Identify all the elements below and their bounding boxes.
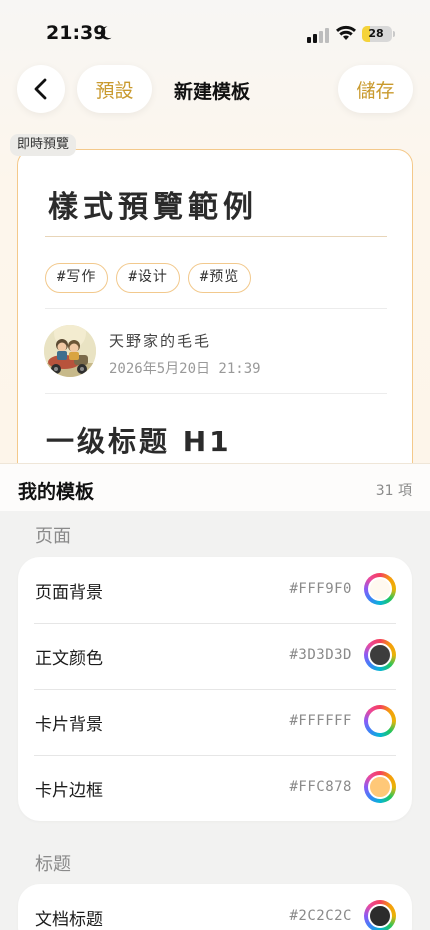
- section-title-heading: 标题: [35, 854, 71, 875]
- hex-value: #3D3D3D: [289, 647, 352, 663]
- live-preview-label: 即時預覽: [10, 134, 77, 156]
- moon-icon: [100, 26, 112, 40]
- templates-header: 我的模板 31 項: [0, 463, 430, 511]
- battery-tip: [393, 31, 395, 37]
- wifi-icon: [336, 25, 356, 40]
- color-group-page: 页面背景 #FFF9F0 正文颜色 #3D3D3D 卡片背景 #FFFFFF 卡…: [18, 557, 412, 821]
- row-label: 文档标题: [35, 910, 103, 930]
- swatch-fill: [368, 577, 392, 601]
- swatch-fill: [368, 709, 392, 733]
- tag-chip: #设计: [116, 263, 180, 293]
- preview-tags: #写作 #设计 #预览: [45, 263, 252, 293]
- color-swatch-button[interactable]: [364, 900, 396, 930]
- save-button[interactable]: 儲存: [338, 65, 413, 113]
- tag-chip: #写作: [45, 263, 109, 293]
- preset-button[interactable]: 預設: [77, 65, 152, 113]
- tag-chip: #预览: [187, 263, 252, 293]
- color-swatch-button[interactable]: [364, 639, 396, 671]
- hex-value: #FFC878: [289, 779, 352, 795]
- author-name: 天野家的毛毛: [109, 332, 212, 350]
- section-title-page: 页面: [35, 526, 71, 547]
- swatch-fill: [368, 643, 392, 667]
- preview-divider: [45, 236, 387, 237]
- row-label: 卡片边框: [35, 781, 103, 801]
- back-button[interactable]: [17, 65, 65, 113]
- templates-count: 31 項: [375, 483, 412, 499]
- row-label: 页面背景: [35, 583, 103, 603]
- color-swatch-button[interactable]: [364, 771, 396, 803]
- row-label: 卡片背景: [35, 715, 103, 735]
- preview-card: 樣式預覽範例 #写作 #设计 #预览 天野家的毛毛 2026年5月20日 21:…: [17, 149, 413, 489]
- preview-divider: [45, 393, 387, 394]
- hex-value: #FFF9F0: [289, 581, 352, 597]
- post-date: 2026年5月20日 21:39: [109, 361, 261, 377]
- row-label: 正文颜色: [35, 649, 103, 669]
- color-row-page-background[interactable]: 页面背景 #FFF9F0: [18, 557, 412, 623]
- signal-icon: [307, 28, 329, 43]
- color-swatch-button[interactable]: [364, 705, 396, 737]
- nav-bar: 預設 新建模板 儲存: [0, 65, 430, 115]
- preview-heading: 樣式預覽範例: [48, 190, 258, 225]
- swatch-fill: [368, 904, 392, 928]
- battery-percent: 28: [368, 27, 384, 40]
- color-row-body-text[interactable]: 正文颜色 #3D3D3D: [18, 623, 412, 689]
- battery-indicator: 28: [362, 26, 392, 42]
- templates-title: 我的模板: [18, 481, 95, 503]
- avatar: [44, 325, 96, 377]
- page-title: 新建模板: [174, 81, 251, 103]
- preview-divider: [45, 308, 387, 309]
- chevron-left-icon: [34, 78, 47, 100]
- hex-value: #2C2C2C: [289, 908, 352, 924]
- preview-h1: 一级标题 H1: [46, 425, 232, 458]
- color-row-card-border[interactable]: 卡片边框 #FFC878: [18, 755, 412, 821]
- color-row-card-background[interactable]: 卡片背景 #FFFFFF: [18, 689, 412, 755]
- avatar-illustration: [44, 325, 96, 377]
- color-row-doc-title[interactable]: 文档标题 #2C2C2C: [18, 884, 412, 930]
- color-group-heading: 文档标题 #2C2C2C: [18, 884, 412, 930]
- hex-value: #FFFFFF: [289, 713, 352, 729]
- status-bar: 21:39 28: [0, 0, 430, 60]
- swatch-fill: [368, 775, 392, 799]
- color-swatch-button[interactable]: [364, 573, 396, 605]
